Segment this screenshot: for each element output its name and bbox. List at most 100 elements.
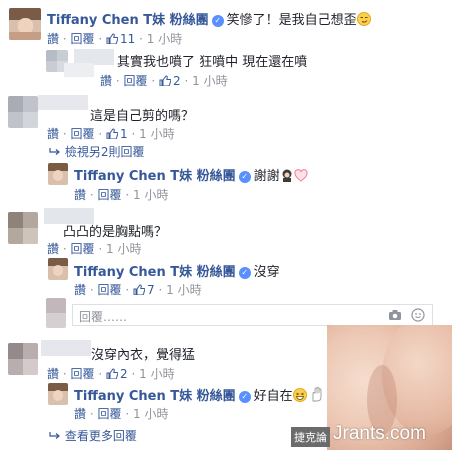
blurred-username [41,340,91,356]
separator: · [131,127,136,141]
avatar[interactable] [8,96,38,128]
timestamp[interactable]: 1 小時 [166,283,201,297]
comment-header: Tiffany Chen T妹 粉絲團 ✓ 謝謝 [74,165,308,184]
timestamp[interactable]: 1 小時 [139,367,174,381]
view-more-replies-link[interactable]: 查看更多回覆 [49,427,137,444]
separator: · [62,242,67,256]
like-button[interactable]: 讚 [100,74,112,88]
reply-arrow-icon [49,432,60,439]
separator: · [89,188,94,202]
separator: · [62,127,67,141]
like-button[interactable]: 讚 [74,407,86,421]
comment-header: Tiffany Chen T妹 粉絲團 ✓ 笑慘了！是我自己想歪 [47,9,371,28]
separator: · [62,32,67,46]
heart-icon [294,169,308,182]
comment-text: 笑慘了！是我自己想歪 [226,13,357,28]
verified-badge-icon: ✓ [211,15,224,27]
separator: · [89,283,94,297]
comment-text: 謝謝 [253,169,280,184]
like-button[interactable]: 讚 [47,127,59,141]
separator: · [151,74,156,88]
comment-text: 凸凸的是胸點嗎？ [63,225,168,240]
like-count-value: 7 [147,283,155,297]
like-count[interactable]: 7 [133,283,155,297]
comment-text: 這是自己剪的嗎？ [90,109,195,124]
separator: · [125,407,130,421]
reply-button[interactable]: 回覆 [124,74,148,88]
verified-badge-icon: ✓ [238,267,251,279]
comment-text: 好自在 [253,389,293,404]
thumbs-up-icon [106,128,118,139]
separator: · [125,283,130,297]
avatar[interactable] [8,212,38,244]
reply-button[interactable]: 回覆 [71,32,95,46]
reply-button[interactable]: 回覆 [98,407,122,421]
like-count-value: 11 [120,32,136,46]
view-more-replies-label: 檢視另2則回覆 [64,145,145,159]
comment-actions: 讚 · 回覆 · 11 · 1 小時 [47,30,182,47]
comment-actions: 讚 · 回覆 · 1 · 1 小時 [47,125,175,142]
reply-input[interactable]: 回覆…… [72,304,433,326]
separator: · [98,367,103,381]
view-more-replies-label: 查看更多回覆 [64,429,137,443]
reply-button[interactable]: 回覆 [98,188,122,202]
like-button[interactable]: 讚 [47,32,59,46]
separator: · [98,32,103,46]
like-count[interactable]: 2 [106,367,128,381]
like-count[interactable]: 11 [106,32,135,46]
timestamp[interactable]: 1 小時 [106,242,141,256]
separator: · [89,407,94,421]
author-name[interactable]: Tiffany Chen T妹 粉絲團 [74,169,236,184]
like-button[interactable]: 讚 [47,242,59,256]
timestamp[interactable]: 1 小時 [192,74,227,88]
avatar[interactable] [9,8,41,40]
reply-button[interactable]: 回覆 [98,283,122,297]
like-button[interactable]: 讚 [74,188,86,202]
comment-actions: 讚 · 回覆 · 2 · 1 小時 [47,365,175,382]
author-name[interactable]: Tiffany Chen T妹 粉絲團 [74,389,236,404]
comment-text: 沒穿 [253,265,280,280]
grin-emoji-icon [292,388,307,402]
comment-header: Tiffany Chen T妹 粉絲團 ✓ 好自在 [74,385,323,404]
reply-arrow-icon [49,148,60,155]
timestamp[interactable]: 1 小時 [133,188,168,202]
separator: · [98,127,103,141]
blurred-username [64,63,94,77]
reply-button[interactable]: 回覆 [71,367,95,381]
verified-badge-icon: ✓ [238,391,251,403]
like-count[interactable]: 1 [106,127,128,141]
thumbs-up-icon [106,33,118,44]
watermark-badge: 捷克論 [291,427,330,447]
avatar[interactable] [48,258,68,280]
thumbs-up-icon [106,368,118,379]
thumbs-up-icon [159,75,171,86]
timestamp[interactable]: 1 小時 [147,32,182,46]
author-name[interactable]: Tiffany Chen T妹 粉絲團 [74,265,236,280]
separator: · [98,242,103,256]
reply-button[interactable]: 回覆 [71,127,95,141]
hand-emoji-icon [312,387,322,402]
author-name[interactable]: Tiffany Chen T妹 粉絲團 [47,13,209,28]
separator: · [131,367,136,381]
timestamp[interactable]: 1 小時 [139,127,174,141]
comment-actions: 讚 · 回覆 · 7 · 1 小時 [74,281,202,298]
smirk-emoji-icon [356,12,371,26]
comment-text: 沒穿內衣，覺得猛 [91,348,196,363]
view-more-replies-link[interactable]: 檢視另2則回覆 [49,143,144,160]
watermark: Jrants.com [333,423,426,444]
timestamp[interactable]: 1 小時 [133,407,168,421]
camera-icon[interactable] [388,309,402,321]
like-button[interactable]: 讚 [74,283,86,297]
avatar[interactable] [48,383,68,405]
separator: · [139,32,143,46]
like-button[interactable]: 讚 [47,367,59,381]
sticker-icon[interactable] [411,308,425,322]
reply-button[interactable]: 回覆 [71,242,95,256]
avatar[interactable] [48,163,68,185]
separator: · [125,188,130,202]
like-count[interactable]: 2 [159,74,181,88]
avatar[interactable] [8,343,38,375]
like-count-value: 2 [173,74,181,88]
separator: · [62,367,67,381]
avatar [46,298,66,328]
